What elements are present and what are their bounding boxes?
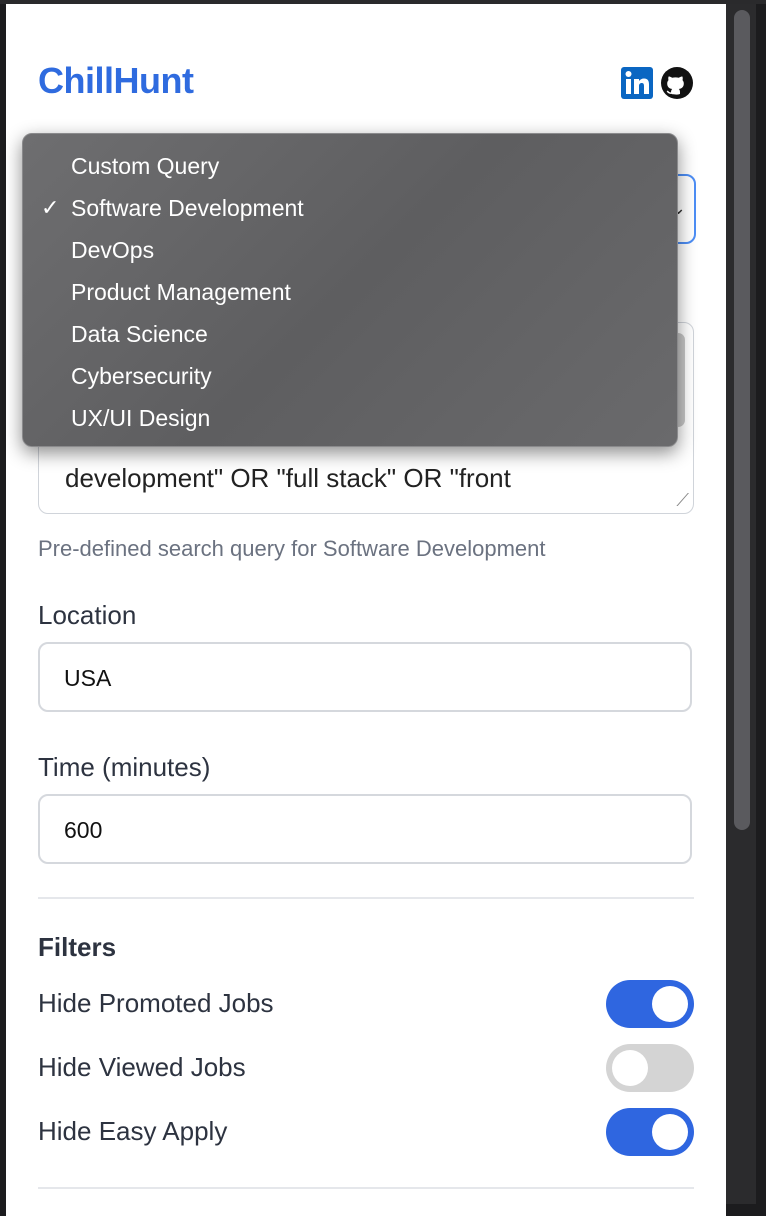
time-value: 600 — [64, 817, 103, 843]
checkmark-icon: ✓ — [41, 195, 60, 220]
toggle-knob — [612, 1050, 648, 1086]
dropdown-option-custom-query[interactable]: Custom Query — [71, 145, 651, 187]
dropdown-option-cybersecurity[interactable]: Cybersecurity — [71, 355, 651, 397]
category-dropdown-menu: ✓ Custom Query Software Development DevO… — [22, 133, 678, 447]
brand-title: ChillHunt — [38, 60, 194, 101]
dropdown-option-devops[interactable]: DevOps — [71, 229, 651, 271]
toggle-knob — [652, 986, 688, 1022]
filter-label: Hide Easy Apply — [38, 1116, 228, 1146]
location-value: USA — [64, 665, 112, 691]
time-label: Time (minutes) — [38, 752, 211, 782]
resize-grip-icon[interactable]: ⟋ — [676, 490, 689, 511]
header-icons — [620, 66, 694, 100]
dropdown-option-software-development[interactable]: Software Development — [71, 187, 651, 229]
section-divider — [38, 1187, 694, 1189]
filter-row-viewed: Hide Viewed Jobs — [38, 1044, 694, 1094]
header: ChillHunt — [38, 60, 694, 110]
hide-promoted-toggle[interactable] — [606, 980, 694, 1028]
github-icon[interactable] — [660, 66, 694, 100]
linkedin-icon[interactable] — [620, 66, 654, 100]
query-text: development" OR "full stack" OR "front — [65, 463, 511, 493]
dropdown-option-data-science[interactable]: Data Science — [71, 313, 651, 355]
location-label: Location — [38, 600, 137, 630]
hide-easy-apply-toggle[interactable] — [606, 1108, 694, 1156]
location-input[interactable]: USA — [38, 642, 692, 712]
toggle-knob — [652, 1114, 688, 1150]
popup-scrollbar-thumb[interactable] — [734, 10, 750, 830]
dropdown-option-ux-ui-design[interactable]: UX/UI Design — [71, 397, 651, 439]
dropdown-option-product-management[interactable]: Product Management — [71, 271, 651, 313]
time-input[interactable]: 600 — [38, 794, 692, 864]
filter-label: Hide Promoted Jobs — [38, 988, 274, 1018]
filter-label: Hide Viewed Jobs — [38, 1052, 246, 1082]
filter-row-easy-apply: Hide Easy Apply — [38, 1108, 694, 1158]
hide-viewed-toggle[interactable] — [606, 1044, 694, 1092]
query-help-text: Pre-defined search query for Software De… — [38, 536, 546, 561]
filter-row-promoted: Hide Promoted Jobs — [38, 980, 694, 1030]
filters-title: Filters — [38, 932, 117, 962]
section-divider — [38, 897, 694, 899]
